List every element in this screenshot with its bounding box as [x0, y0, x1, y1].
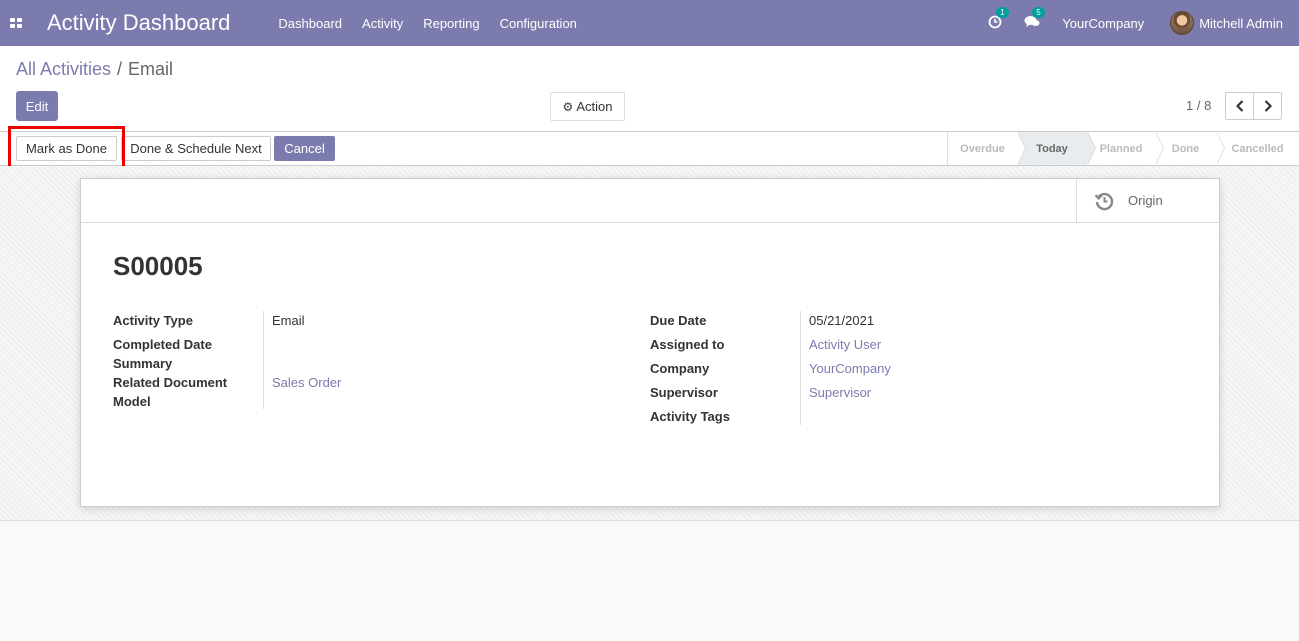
mark-as-done-button[interactable]: Mark as Done: [16, 136, 117, 161]
record-title: S00005: [113, 251, 203, 281]
field-due-date: 05/21/2021: [809, 313, 875, 328]
stage-overdue[interactable]: Overdue: [948, 132, 1026, 165]
field-activity-type: Email: [272, 313, 305, 328]
menu-dashboard[interactable]: Dashboard: [278, 16, 342, 31]
control-panel: All Activities / Email Edit ⚙ Action 1 /…: [0, 46, 1299, 132]
menu-reporting[interactable]: Reporting: [423, 16, 479, 31]
field-company[interactable]: YourCompany: [809, 359, 891, 378]
cancel-button[interactable]: Cancel: [274, 136, 335, 161]
label-supervisor: Supervisor: [650, 385, 718, 400]
smart-button-box: Origin: [81, 179, 1219, 223]
field-related-document-model[interactable]: Sales Order: [272, 373, 341, 392]
label-activity-tags: Activity Tags: [650, 409, 730, 424]
left-group-divider: [263, 311, 264, 409]
user-avatar[interactable]: [1170, 11, 1195, 35]
chevron-right-icon: [1264, 100, 1272, 112]
menu-activity[interactable]: Activity: [362, 16, 403, 31]
done-schedule-next-button[interactable]: Done & Schedule Next: [121, 136, 271, 161]
apps-grid-icon[interactable]: [10, 17, 23, 29]
right-group-divider: [800, 311, 801, 425]
pager-previous-button[interactable]: [1225, 92, 1254, 120]
action-label: Action: [576, 99, 613, 114]
message-count-badge: 5: [1032, 7, 1045, 18]
pager-next-button[interactable]: [1253, 92, 1282, 120]
top-navbar: Activity Dashboard Dashboard Activity Re…: [0, 0, 1299, 46]
app-title: Activity Dashboard: [47, 10, 231, 35]
form-statusbar: Mark as Done Done & Schedule Next Cancel…: [0, 132, 1299, 166]
breadcrumb-separator: /: [117, 59, 123, 79]
company-switcher[interactable]: YourCompany: [1062, 16, 1144, 31]
field-assigned-to[interactable]: Activity User: [809, 335, 881, 354]
activity-clock-menu[interactable]: 1: [988, 6, 1009, 32]
stage-cancelled[interactable]: Cancelled: [1216, 132, 1299, 165]
label-assigned-to: Assigned to: [650, 337, 725, 352]
menu-configuration[interactable]: Configuration: [500, 16, 577, 31]
chevron-left-icon: [1235, 100, 1243, 112]
stage-planned[interactable]: Planned: [1087, 132, 1164, 165]
history-icon: [1094, 192, 1114, 210]
activity-count-badge: 1: [996, 6, 1009, 18]
messaging-menu[interactable]: 5: [1024, 7, 1045, 31]
systray: 1 5 YourCompany Mitchell Admin: [988, 0, 1299, 46]
main-menu: Dashboard Activity Reporting Configurati…: [278, 16, 596, 31]
label-company: Company: [650, 361, 710, 376]
field-supervisor[interactable]: Supervisor: [809, 383, 871, 402]
label-completed-date: Completed Date: [113, 337, 212, 352]
label-related-document-model: Related Document Model: [113, 375, 228, 409]
gear-icon: ⚙: [562, 99, 574, 114]
label-summary: Summary: [113, 356, 173, 371]
form-sheet: Origin S00005 Activity Type Email Comple…: [80, 178, 1220, 507]
action-button[interactable]: ⚙ Action: [550, 92, 625, 121]
pager-value[interactable]: 1 / 8: [1186, 98, 1211, 113]
origin-button[interactable]: Origin: [1076, 179, 1219, 222]
stage-done[interactable]: Done: [1155, 132, 1225, 165]
stage-today[interactable]: Today: [1017, 132, 1096, 165]
label-due-date: Due Date: [650, 313, 707, 328]
breadcrumb-all-activities[interactable]: All Activities: [16, 59, 111, 80]
status-stages: Overdue Today Planned Done Cancelled: [947, 132, 1299, 165]
user-menu[interactable]: Mitchell Admin: [1199, 16, 1283, 31]
breadcrumb: All Activities / Email: [16, 59, 173, 80]
origin-label: Origin: [1128, 193, 1163, 208]
label-activity-type: Activity Type: [113, 313, 193, 328]
breadcrumb-current: Email: [128, 59, 174, 79]
edit-button[interactable]: Edit: [16, 91, 58, 121]
